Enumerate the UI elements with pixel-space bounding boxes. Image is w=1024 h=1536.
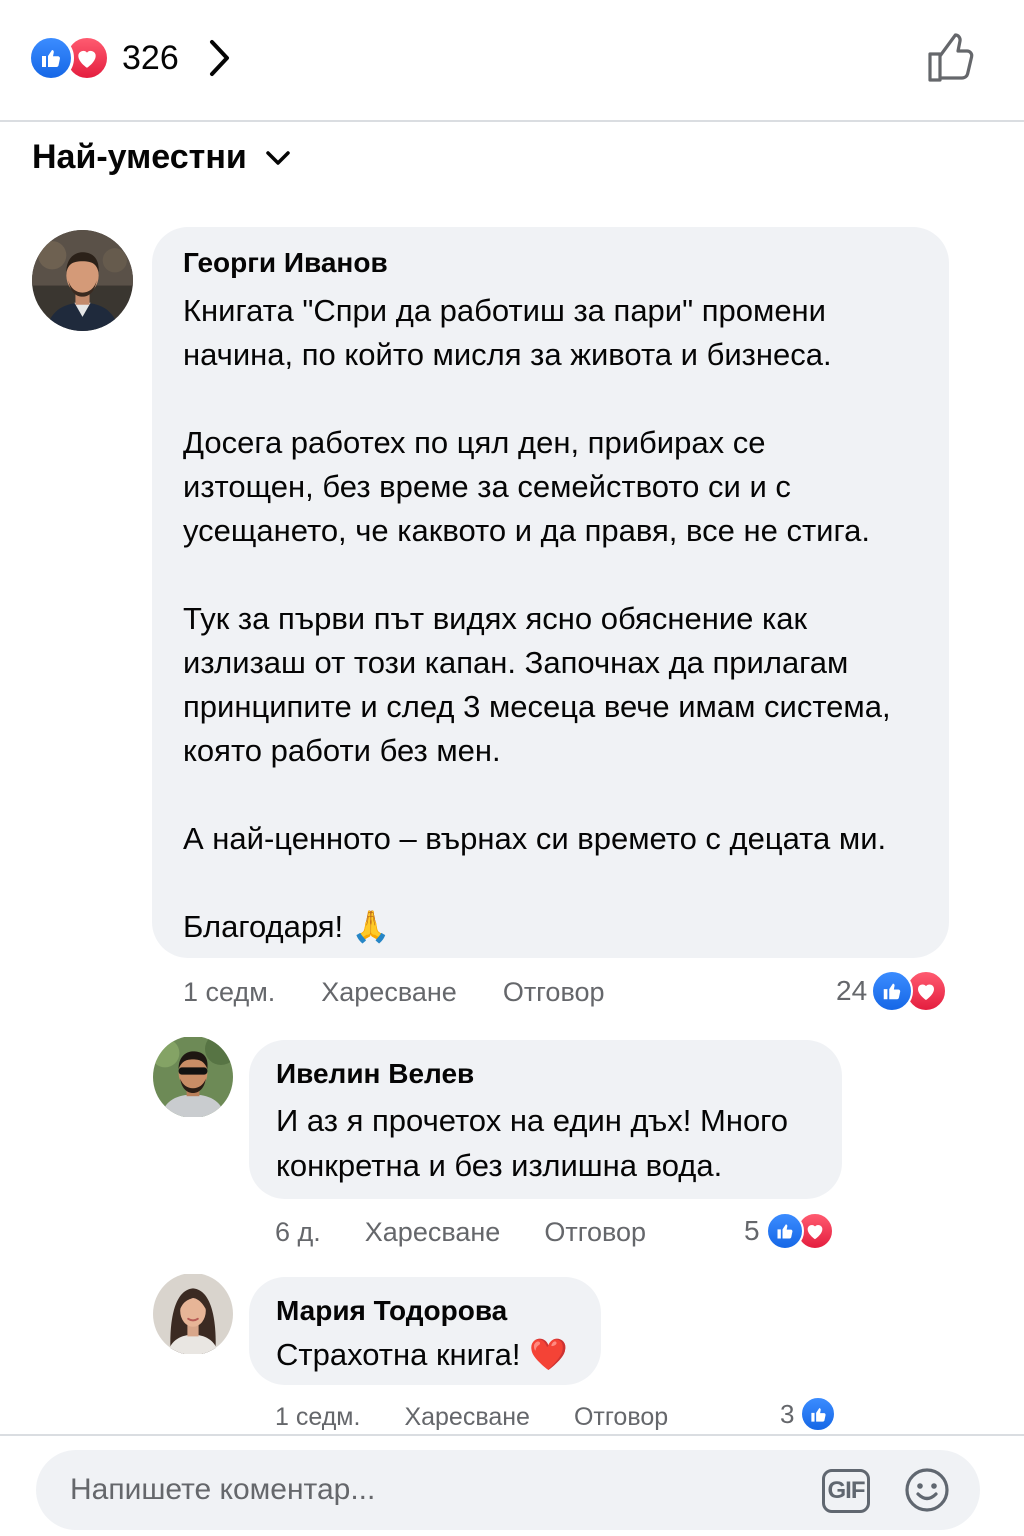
like-icon (800, 1396, 837, 1432)
like-action-button[interactable]: Харесване (321, 977, 457, 1008)
comment-actions: 1 седм. Харесване Отговор (183, 975, 605, 1009)
comment-author[interactable]: Мария Тодорова (276, 1295, 507, 1327)
like-icon (765, 1212, 804, 1250)
comments-screen: 326 Най-уместни Георги Иванов Книгата "С… (0, 0, 1024, 1536)
like-action-button[interactable]: Харесване (404, 1403, 530, 1432)
reactions-count: 24 (836, 975, 868, 1006)
like-reaction-icon (28, 35, 74, 81)
thumbs-up-outline-icon[interactable] (926, 30, 982, 86)
sort-dropdown[interactable]: Най-уместни (32, 138, 293, 177)
comment-actions: 1 седм. Харесване Отговор (275, 1401, 668, 1433)
comment-author[interactable]: Ивелин Велев (276, 1058, 474, 1090)
comment-time: 1 седм. (275, 1402, 361, 1431)
reply-action-button[interactable]: Отговор (544, 1217, 646, 1248)
comment-actions: 6 д. Харесване Отговор (275, 1215, 646, 1249)
comment-reactions[interactable]: 5 (744, 1212, 834, 1250)
like-action-button[interactable]: Харесване (365, 1217, 501, 1248)
comment-reactions[interactable]: 3 (780, 1396, 837, 1432)
comment-bubble: Ивелин Велев И аз я прочетох на един дъх… (249, 1040, 842, 1199)
comment-bubble: Георги Иванов Книгата "Спри да работиш з… (152, 227, 949, 958)
comment-time: 6 д. (275, 1216, 321, 1247)
chevron-right-icon[interactable] (207, 38, 235, 78)
reply-action-button[interactable]: Отговор (574, 1403, 668, 1432)
comment-reactions[interactable]: 24 (836, 970, 948, 1012)
reactions-header: 326 (0, 0, 1024, 122)
comment-text: Книгата "Спри да работиш за пари" промен… (183, 293, 891, 944)
comment-input[interactable] (70, 1464, 770, 1516)
gif-button[interactable]: GIF (822, 1469, 870, 1513)
like-icon (871, 970, 914, 1012)
comment-author[interactable]: Георги Иванов (183, 247, 388, 279)
reactions-summary[interactable]: 326 (28, 34, 235, 82)
emoji-icon[interactable] (904, 1467, 950, 1513)
comment-text: Страхотна книга! ❤️ (276, 1337, 568, 1372)
comment-time: 1 седм. (183, 976, 276, 1007)
comment-composer-bar: GIF (0, 1434, 1024, 1536)
comment-composer: GIF (36, 1450, 980, 1530)
avatar[interactable] (32, 230, 133, 331)
avatar[interactable] (153, 1273, 233, 1355)
comment-text: И аз я прочетох на един дъх! Много конкр… (276, 1103, 789, 1183)
sort-label: Най-уместни (32, 138, 247, 176)
reply-action-button[interactable]: Отговор (503, 977, 605, 1008)
comment-bubble: Мария Тодорова Страхотна книга! ❤️ (249, 1277, 601, 1385)
reactions-total: 326 (122, 38, 179, 77)
reactions-count: 5 (744, 1215, 760, 1246)
chevron-down-icon (265, 144, 293, 172)
avatar[interactable] (153, 1036, 233, 1118)
reactions-count: 3 (780, 1398, 795, 1429)
